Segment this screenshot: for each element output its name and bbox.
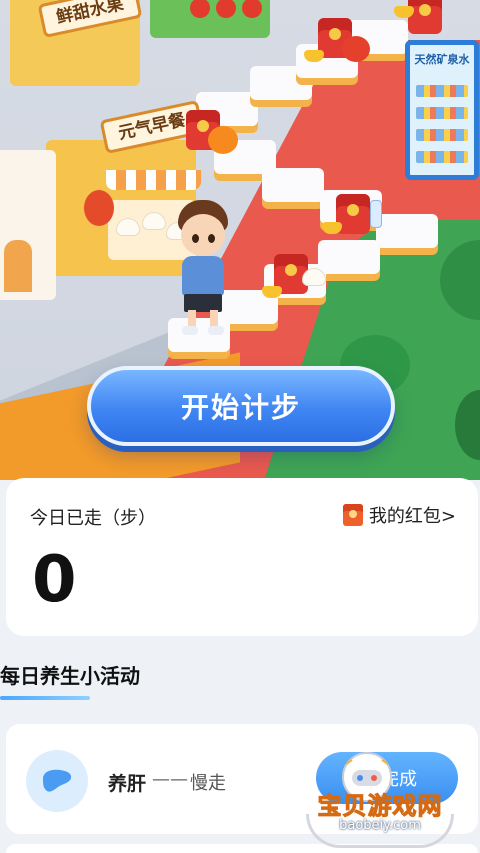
watermark-title: 宝贝游戏网 [317,792,443,821]
steamed-bun-icon[interactable] [302,268,326,286]
gold-ingot-icon [394,6,414,18]
liver-icon [26,750,88,812]
awning [106,170,201,190]
fruit-shop-sign: 鲜甜水果 [37,0,143,39]
path-tile [318,240,380,274]
path-tile [376,214,438,248]
water-bottle-icon[interactable] [370,200,382,228]
lantern-icon [84,190,114,226]
steps-card: 今日已走（步） 我的红包> 0 [6,478,478,636]
activity-separator: —— [152,769,188,790]
player-character [172,200,234,340]
vending-sign: 天然矿泉水 [414,53,470,66]
gold-ingot-icon [262,286,282,298]
vending-machine: 天然矿泉水 [405,40,479,180]
steps-count: 0 [32,543,77,617]
white-house [0,150,56,300]
my-red-packets-label: 我的红包> [368,506,456,527]
path-tile [262,168,324,202]
gold-ingot-icon [304,50,324,62]
site-watermark: 宝贝游戏网 baobeiy.com [300,740,460,850]
fruit-shop: 鲜甜水果 [10,0,143,86]
activity-name: 养肝 [108,773,147,795]
tomato-reward-icon[interactable] [342,36,370,62]
fruit-crate [150,0,270,38]
section-title: 每日养生小活动 [0,664,140,688]
door [4,240,32,292]
section-underline [0,696,90,700]
watermark-url: baobeiy.com [339,818,421,833]
my-red-packets-link[interactable]: 我的红包> [342,502,456,528]
red-packet-reward-icon[interactable] [408,0,442,34]
orange-reward-icon[interactable] [208,126,238,154]
gold-ingot-icon [322,222,342,234]
red-packet-icon [342,504,363,526]
steps-label: 今日已走（步） [30,508,156,529]
activity-description: 慢走 [190,773,226,794]
start-counting-button[interactable]: 开始计步 [87,366,395,446]
